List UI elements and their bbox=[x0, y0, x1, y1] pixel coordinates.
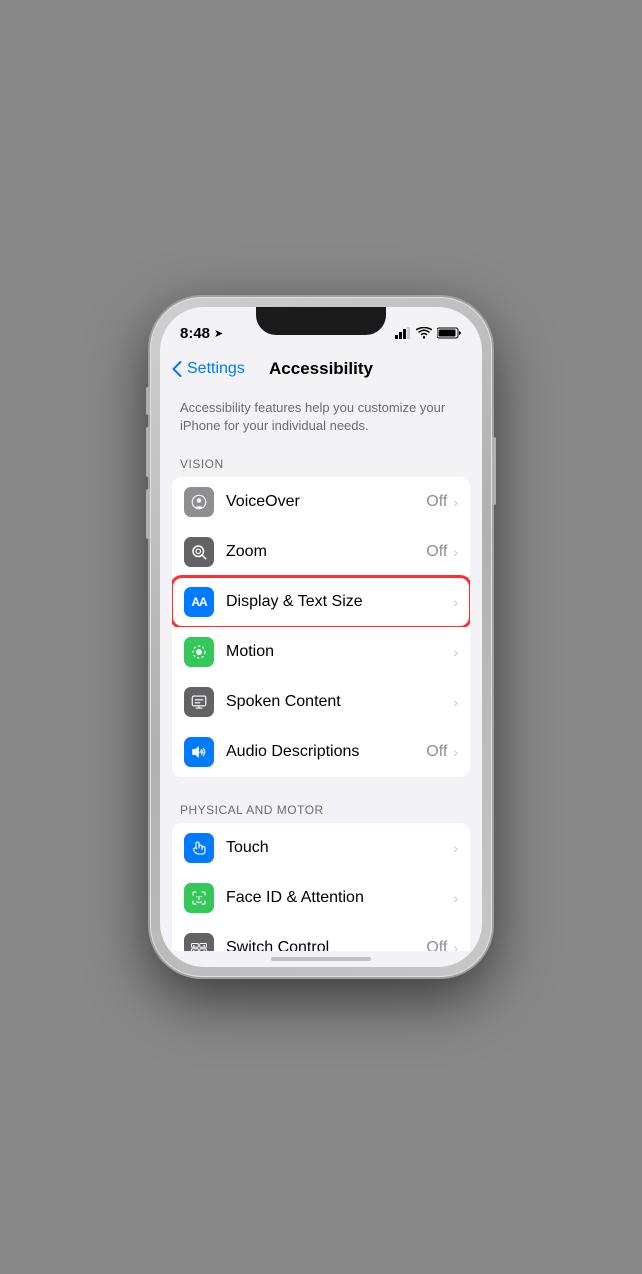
switch-control-icon bbox=[184, 933, 214, 951]
spoken-icon-svg bbox=[190, 693, 208, 711]
zoom-value: Off bbox=[426, 543, 447, 561]
location-icon: ➤ bbox=[214, 327, 223, 340]
display-text-size-label: Display & Text Size bbox=[226, 593, 453, 611]
zoom-chevron: › bbox=[453, 544, 458, 560]
audio-descriptions-label: Audio Descriptions bbox=[226, 743, 426, 761]
signal-icon bbox=[395, 327, 411, 339]
display-text-size-row[interactable]: AA Display & Text Size › bbox=[172, 577, 470, 627]
touch-icon-svg bbox=[190, 839, 208, 857]
switch-control-label: Switch Control bbox=[226, 939, 426, 951]
zoom-icon bbox=[184, 537, 214, 567]
scroll-content[interactable]: Accessibility features help you customiz… bbox=[160, 387, 482, 951]
phone-screen: 8:48 ➤ bbox=[160, 307, 482, 967]
switch-control-value: Off bbox=[426, 939, 447, 951]
audio-icon-svg: AD bbox=[190, 743, 208, 761]
vision-section-header: VISION bbox=[160, 451, 482, 477]
motion-row[interactable]: Motion › bbox=[172, 627, 470, 677]
svg-text:AD: AD bbox=[199, 750, 205, 754]
power-button bbox=[492, 437, 496, 505]
display-text-size-icon: AA bbox=[184, 587, 214, 617]
faceid-icon-svg bbox=[190, 889, 208, 907]
mute-button bbox=[146, 387, 150, 415]
motion-label: Motion bbox=[226, 643, 453, 661]
home-indicator bbox=[271, 957, 371, 961]
spoken-content-icon bbox=[184, 687, 214, 717]
vision-settings-list: VoiceOver Off › Zoom Off › bbox=[172, 477, 470, 777]
status-icons bbox=[395, 327, 462, 339]
audio-descriptions-icon: AD bbox=[184, 737, 214, 767]
page-title: Accessibility bbox=[269, 359, 373, 379]
audio-descriptions-row[interactable]: AD Audio Descriptions Off › bbox=[172, 727, 470, 777]
voiceover-row[interactable]: VoiceOver Off › bbox=[172, 477, 470, 527]
notch bbox=[256, 307, 386, 335]
back-button[interactable]: Settings bbox=[172, 360, 245, 378]
battery-icon bbox=[437, 327, 462, 339]
voiceover-chevron: › bbox=[453, 494, 458, 510]
motor-section-header: PHYSICAL AND MOTOR bbox=[160, 797, 482, 823]
audio-descriptions-value: Off bbox=[426, 743, 447, 761]
face-id-chevron: › bbox=[453, 890, 458, 906]
spoken-content-row[interactable]: Spoken Content › bbox=[172, 677, 470, 727]
touch-row[interactable]: Touch › bbox=[172, 823, 470, 873]
voiceover-icon bbox=[184, 487, 214, 517]
motion-chevron: › bbox=[453, 644, 458, 660]
touch-chevron: › bbox=[453, 840, 458, 856]
touch-icon bbox=[184, 833, 214, 863]
voiceover-value: Off bbox=[426, 493, 447, 511]
back-chevron-icon bbox=[172, 361, 182, 377]
status-time: 8:48 bbox=[180, 325, 210, 342]
volume-down-button bbox=[146, 489, 150, 539]
display-text-size-chevron: › bbox=[453, 594, 458, 610]
volume-up-button bbox=[146, 427, 150, 477]
switch-control-chevron: › bbox=[453, 940, 458, 951]
page-description: Accessibility features help you customiz… bbox=[160, 387, 482, 451]
face-id-icon bbox=[184, 883, 214, 913]
motion-icon-svg bbox=[190, 643, 208, 661]
face-id-label: Face ID & Attention bbox=[226, 889, 453, 907]
motor-settings-list: Touch › bbox=[172, 823, 470, 951]
spoken-content-chevron: › bbox=[453, 694, 458, 710]
voiceover-label: VoiceOver bbox=[226, 493, 426, 511]
face-id-row[interactable]: Face ID & Attention › bbox=[172, 873, 470, 923]
wifi-icon bbox=[416, 327, 432, 339]
zoom-icon-svg bbox=[190, 543, 208, 561]
phone-frame: 8:48 ➤ bbox=[150, 297, 492, 977]
audio-descriptions-chevron: › bbox=[453, 744, 458, 760]
voiceover-icon-svg bbox=[190, 493, 208, 511]
touch-label: Touch bbox=[226, 839, 453, 857]
navigation-bar: Settings Accessibility bbox=[160, 351, 482, 387]
motion-icon bbox=[184, 637, 214, 667]
back-label: Settings bbox=[187, 360, 245, 378]
switch-icon-svg bbox=[190, 939, 208, 951]
switch-control-row[interactable]: Switch Control Off › bbox=[172, 923, 470, 951]
zoom-label: Zoom bbox=[226, 543, 426, 561]
spoken-content-label: Spoken Content bbox=[226, 693, 453, 711]
zoom-row[interactable]: Zoom Off › bbox=[172, 527, 470, 577]
